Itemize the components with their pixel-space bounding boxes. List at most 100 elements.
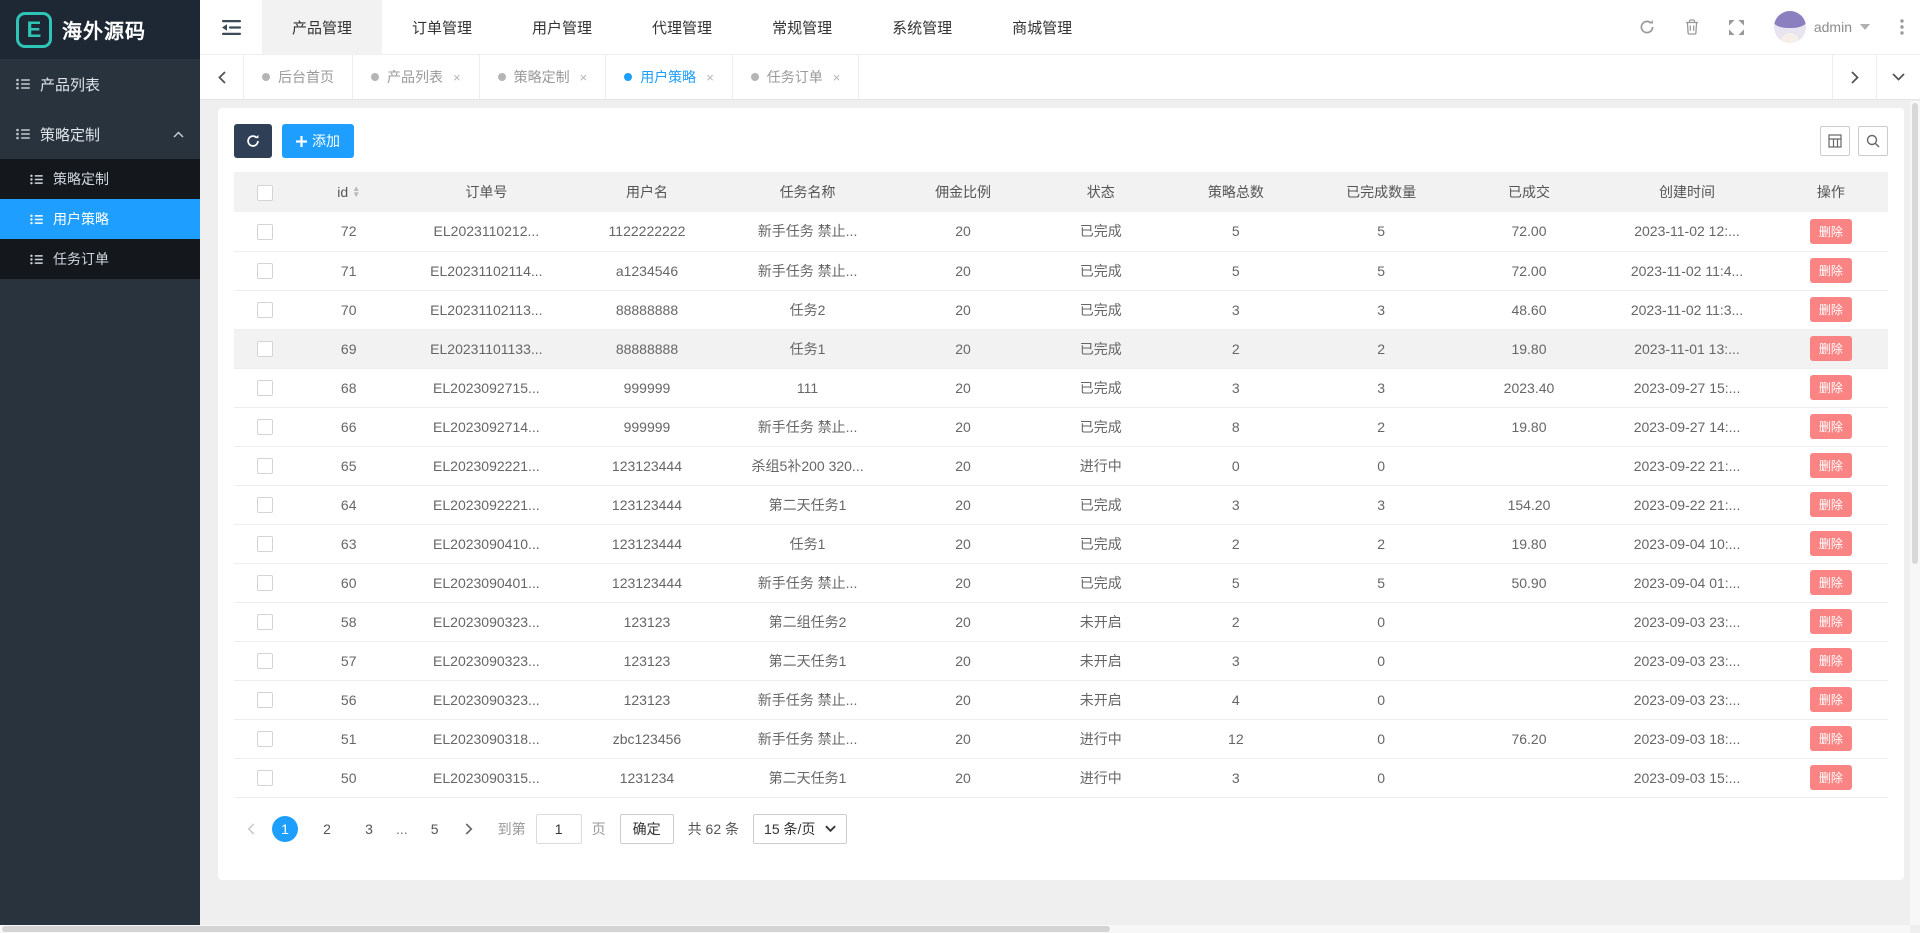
delete-button[interactable]: 删除 [1810, 258, 1852, 283]
fullscreen-button[interactable] [1729, 20, 1744, 35]
page-button-1[interactable]: 1 [272, 816, 298, 842]
sidebar-item-product-list[interactable]: 产品列表 [0, 59, 200, 109]
nav-item-system[interactable]: 系统管理 [862, 0, 982, 54]
tab-strategy-custom[interactable]: 策略定制 × [480, 55, 607, 99]
delete-button[interactable]: 删除 [1810, 531, 1852, 556]
delete-button[interactable]: 删除 [1810, 765, 1852, 790]
vertical-scrollbar[interactable] [1910, 101, 1920, 925]
tab-scroll-left-button[interactable] [200, 55, 244, 99]
page-size-select[interactable]: 15 条/页 [753, 814, 847, 844]
prev-page-button[interactable] [238, 823, 264, 835]
row-checkbox[interactable] [257, 380, 273, 396]
nav-item-agent[interactable]: 代理管理 [622, 0, 742, 54]
clear-cache-button[interactable] [1685, 19, 1699, 35]
sidebar-item-strategy-group[interactable]: 策略定制 [0, 109, 200, 159]
row-checkbox[interactable] [257, 770, 273, 786]
delete-button[interactable]: 删除 [1810, 609, 1852, 634]
sort-icon[interactable]: ▲▼ [352, 186, 360, 198]
cell-actions: 删除 [1774, 719, 1888, 758]
row-checkbox[interactable] [257, 614, 273, 630]
cell-task: 新手任务 禁止... [723, 719, 891, 758]
sidebar-item-task-order[interactable]: 任务订单 [0, 239, 200, 279]
tab-scroll-right-button[interactable] [1832, 55, 1876, 99]
table-row: 64 EL2023092221... 123123444 第二天任务1 20 已… [234, 485, 1888, 524]
tab-actions-button[interactable] [1876, 55, 1920, 99]
horizontal-scrollbar-thumb[interactable] [2, 926, 1110, 932]
page-button-3[interactable]: 3 [356, 816, 382, 842]
delete-button[interactable]: 删除 [1810, 297, 1852, 322]
row-checkbox[interactable] [257, 458, 273, 474]
user-name: admin [1814, 19, 1852, 35]
page-button-2[interactable]: 2 [314, 816, 340, 842]
horizontal-scrollbar[interactable] [0, 925, 1910, 933]
row-checkbox[interactable] [257, 731, 273, 747]
cell-checkbox [234, 524, 295, 563]
sidebar-item-user-strategy[interactable]: 用户策略 [0, 199, 200, 239]
column-header-id[interactable]: id▲▼ [295, 172, 402, 212]
tab-close-icon[interactable]: × [580, 70, 588, 85]
delete-button[interactable]: 删除 [1810, 453, 1852, 478]
filter-columns-button[interactable] [1820, 126, 1850, 156]
row-checkbox[interactable] [257, 536, 273, 552]
row-checkbox[interactable] [257, 302, 273, 318]
cell-order: EL2023092715... [402, 368, 570, 407]
row-checkbox[interactable] [257, 341, 273, 357]
page-button-5[interactable]: 5 [422, 816, 448, 842]
delete-button[interactable]: 删除 [1810, 219, 1852, 244]
nav-item-general[interactable]: 常规管理 [742, 0, 862, 54]
tab-dashboard[interactable]: 后台首页 [244, 55, 353, 99]
cell-task: 第二天任务1 [723, 485, 891, 524]
select-all-checkbox[interactable] [257, 185, 273, 201]
cell-checkbox [234, 212, 295, 251]
sidebar-toggle-button[interactable] [200, 0, 262, 54]
row-checkbox[interactable] [257, 497, 273, 513]
nav-item-mall[interactable]: 商城管理 [982, 0, 1102, 54]
tab-close-icon[interactable]: × [453, 70, 461, 85]
cell-checkbox [234, 485, 295, 524]
sidebar-item-strategy-custom[interactable]: 策略定制 [0, 159, 200, 199]
cell-amount [1458, 680, 1601, 719]
row-checkbox[interactable] [257, 263, 273, 279]
cell-amount [1458, 446, 1601, 485]
delete-button[interactable]: 删除 [1810, 570, 1852, 595]
next-page-button[interactable] [456, 823, 482, 835]
row-checkbox[interactable] [257, 224, 273, 240]
page-jump-input[interactable] [536, 814, 582, 844]
delete-button[interactable]: 删除 [1810, 726, 1852, 751]
delete-button[interactable]: 删除 [1810, 336, 1852, 361]
delete-button[interactable]: 删除 [1810, 492, 1852, 517]
tab-close-icon[interactable]: × [833, 70, 841, 85]
tab-user-strategy[interactable]: 用户策略 × [606, 55, 733, 99]
table-refresh-button[interactable] [234, 124, 272, 158]
nav-item-user[interactable]: 用户管理 [502, 0, 622, 54]
more-menu-button[interactable] [1900, 19, 1904, 35]
row-checkbox[interactable] [257, 419, 273, 435]
row-checkbox[interactable] [257, 653, 273, 669]
cell-actions: 删除 [1774, 251, 1888, 290]
nav-item-order[interactable]: 订单管理 [382, 0, 502, 54]
tab-task-order[interactable]: 任务订单 × [733, 55, 860, 99]
vertical-scrollbar-thumb[interactable] [1912, 103, 1918, 564]
cell-actions: 删除 [1774, 329, 1888, 368]
nav-item-product[interactable]: 产品管理 [262, 0, 382, 54]
confirm-button[interactable]: 确定 [620, 814, 674, 844]
delete-button[interactable]: 删除 [1810, 375, 1852, 400]
row-checkbox[interactable] [257, 575, 273, 591]
search-icon [1866, 134, 1880, 148]
tab-bar: 后台首页 产品列表 × 策略定制 × 用户策略 × 任务订单 × [200, 55, 1920, 100]
delete-button[interactable]: 删除 [1810, 648, 1852, 673]
cell-status: 已完成 [1034, 563, 1167, 602]
delete-button[interactable]: 删除 [1810, 414, 1852, 439]
tab-product-list[interactable]: 产品列表 × [353, 55, 480, 99]
column-header-completed: 已完成数量 [1305, 172, 1458, 212]
refresh-button[interactable] [1639, 19, 1655, 35]
tab-close-icon[interactable]: × [706, 70, 714, 85]
user-menu[interactable]: admin [1774, 11, 1870, 43]
search-toggle-button[interactable] [1858, 126, 1888, 156]
add-button[interactable]: 添加 [282, 124, 354, 158]
delete-button[interactable]: 删除 [1810, 687, 1852, 712]
row-checkbox[interactable] [257, 692, 273, 708]
cell-completed: 3 [1305, 485, 1458, 524]
cell-total: 0 [1167, 446, 1305, 485]
add-button-label: 添加 [312, 131, 340, 151]
